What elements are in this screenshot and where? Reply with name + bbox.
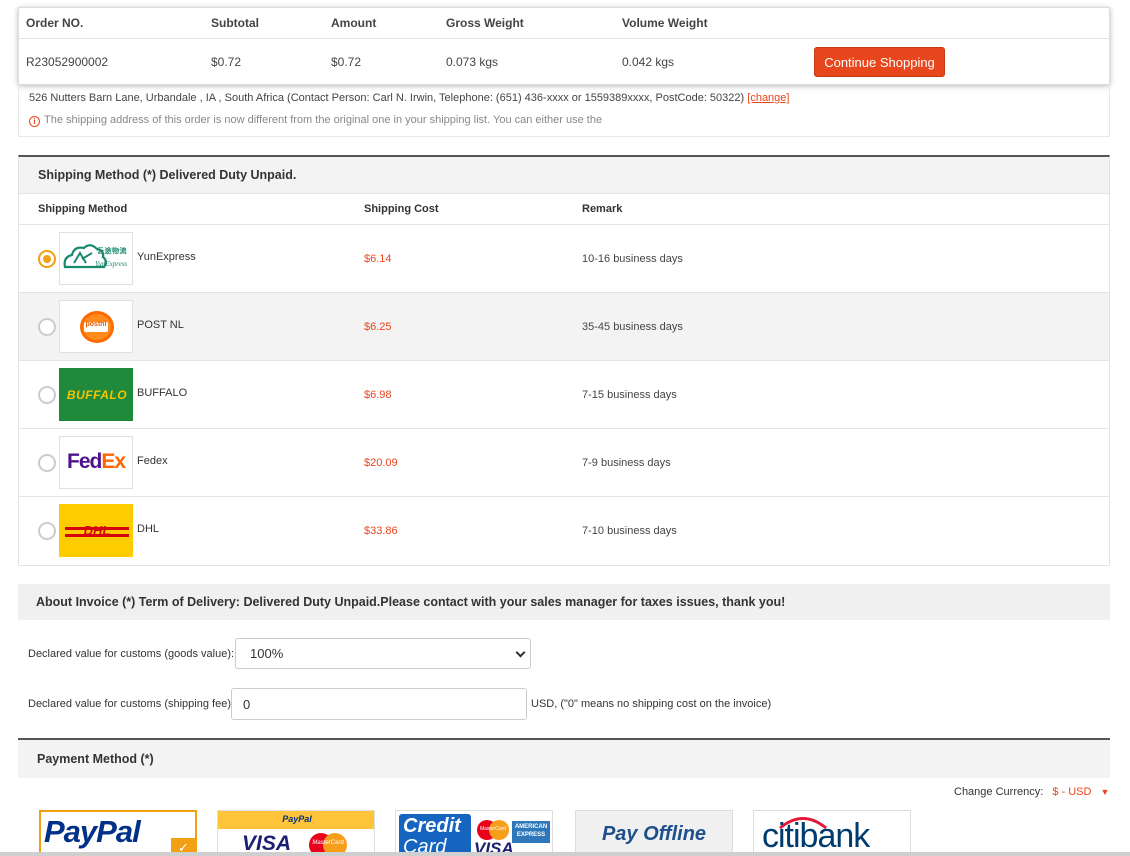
yunexpress-logo: 云途物流 YunExpress (59, 232, 133, 285)
shipping-remark: 7-15 business days (582, 389, 677, 401)
col-subtotal: Subtotal (211, 16, 259, 30)
col-gross-weight: Gross Weight (446, 16, 524, 30)
shipping-method-section: Shipping Method (*) Delivered Duty Unpai… (18, 155, 1110, 566)
payment-method-section: Payment Method (*) Change Currency: $ - … (18, 738, 1110, 856)
radio-fedex[interactable] (38, 454, 56, 472)
postnl-logo: postnl (59, 300, 133, 353)
shipping-row-fedex[interactable]: FedEx Fedex $20.09 7-9 business days (19, 429, 1109, 497)
shipping-remark: 7-9 business days (582, 457, 671, 469)
shipping-method-title: Shipping Method (*) Delivered Duty Unpai… (19, 157, 1109, 194)
radio-buffalo[interactable] (38, 386, 56, 404)
buffalo-logo-text: BUFFALO (66, 388, 128, 402)
currency-switcher[interactable]: Change Currency: $ - USD ▼ (954, 786, 1109, 798)
chevron-down-icon (515, 647, 526, 658)
shipping-row-yunexpress[interactable]: 云途物流 YunExpress YunExpress $6.14 10-16 b… (19, 225, 1109, 293)
col-remark: Remark (582, 203, 623, 215)
shipping-table-header: Shipping Method Shipping Cost Remark (19, 194, 1109, 225)
address-text: 526 Nutters Barn Lane, Urbandale , IA , … (29, 92, 745, 104)
order-subtotal: $0.72 (211, 55, 242, 69)
shipping-name: POST NL (137, 319, 184, 331)
order-table-header: Order NO. Subtotal Amount Gross Weight V… (19, 8, 1109, 39)
order-summary-card: Order NO. Subtotal Amount Gross Weight V… (18, 7, 1110, 85)
shipping-remark: 35-45 business days (582, 321, 683, 333)
goods-value-select[interactable]: 100% (235, 638, 531, 669)
goods-value-selected: 100% (250, 646, 284, 661)
amex-line2: EXPRESS (516, 832, 546, 838)
shipping-cost: $6.25 (364, 321, 392, 333)
pay-offline-text: Pay Offline (601, 823, 707, 845)
order-gross-weight: 0.073 kgs (446, 55, 499, 69)
fedex-logo-text: FedEx (67, 450, 126, 474)
goods-value-label: Declared value for customs (goods value)… (28, 648, 235, 660)
radio-postnl[interactable] (38, 318, 56, 336)
amex-line1: AMERICAN (514, 824, 548, 830)
cloud-logo-icon (63, 244, 107, 269)
info-icon: i (29, 116, 40, 127)
payment-offline[interactable]: Pay Offline (575, 810, 733, 856)
horizontal-scrollbar[interactable] (0, 852, 1130, 856)
currency-value[interactable]: $ - USD (1052, 786, 1091, 798)
amex-badge: AMERICAN EXPRESS (512, 821, 550, 843)
yunexpress-logo-en: YunExpress (95, 260, 128, 268)
payment-citibank[interactable]: citibank (753, 810, 911, 856)
payment-credit-card[interactable]: Credit Card MasterCard AMERICAN EXPRESS … (395, 810, 553, 856)
continue-shopping-button[interactable]: Continue Shopping (814, 47, 945, 77)
paypal-cards-header: PayPal (218, 811, 374, 829)
shipping-fee-note: USD, ("0" means no shipping cost on the … (531, 698, 772, 710)
shipping-cost: $6.14 (364, 253, 392, 265)
yunexpress-logo-cn: 云途物流 (97, 247, 127, 255)
shipping-name: BUFFALO (137, 387, 188, 399)
col-order-no: Order NO. (26, 16, 84, 30)
credit-mastercard-text: MasterCard (479, 826, 507, 832)
fedex-logo-fed: Fed (67, 450, 102, 473)
shipping-row-buffalo[interactable]: BUFFALO BUFFALO $6.98 7-15 business days (19, 361, 1109, 429)
shipping-fee-label: Declared value for customs (shipping fee… (28, 698, 231, 710)
paypal-logo-text: PayPal (44, 814, 141, 849)
shipping-fee-input[interactable] (231, 688, 527, 720)
fedex-logo-ex: Ex (101, 450, 126, 473)
order-row: R23052900002 $0.72 $0.72 0.073 kgs 0.042… (19, 39, 1109, 85)
caret-down-icon: ▼ (1100, 787, 1110, 797)
invoice-title: About Invoice (*) Term of Delivery: Deli… (18, 584, 1110, 620)
shipping-cost: $6.98 (364, 389, 392, 401)
shipping-address-box: 526 Nutters Barn Lane, Urbandale , IA , … (18, 85, 1110, 137)
order-volume-weight: 0.042 kgs (622, 55, 675, 69)
paypal-cards-header-text: PayPal (282, 814, 312, 824)
shipping-remark: 7-10 business days (582, 525, 677, 537)
citibank-logo-text: citibank (762, 817, 870, 855)
address-notice: i The shipping address of this order is n… (29, 114, 602, 127)
address-notice-text: The shipping address of this order is no… (44, 114, 603, 126)
radio-dhl[interactable] (38, 522, 56, 540)
order-number: R23052900002 (26, 55, 109, 69)
shipping-row-postnl[interactable]: postnl POST NL $6.25 35-45 business days (19, 293, 1109, 361)
credit-card-badge: Credit Card (399, 814, 471, 856)
dhl-logo: DHL (59, 504, 133, 557)
shipping-cost: $20.09 (364, 457, 398, 469)
col-amount: Amount (331, 16, 377, 30)
order-amount: $0.72 (331, 55, 362, 69)
currency-label: Change Currency: (954, 786, 1044, 798)
col-volume-weight: Volume Weight (622, 16, 708, 30)
radio-yunexpress[interactable] (38, 250, 56, 268)
shipping-row-dhl[interactable]: DHL DHL $33.86 7-10 business days (19, 497, 1109, 565)
postnl-logo-text: postnl (85, 321, 107, 328)
shipping-name: Fedex (137, 455, 168, 467)
shipping-cost: $33.86 (364, 525, 398, 537)
col-shipping-method: Shipping Method (38, 203, 128, 215)
payment-paypal-cards[interactable]: PayPal VISA MasterCard (217, 810, 375, 856)
shipping-address: 526 Nutters Barn Lane, Urbandale , IA , … (29, 92, 789, 104)
payment-paypal[interactable]: PayPal ✓ (39, 810, 197, 856)
credit-card-line1: Credit (403, 815, 461, 837)
mastercard-text: MasterCard (312, 840, 344, 846)
shipping-name: DHL (137, 523, 160, 535)
shipping-name: YunExpress (137, 251, 196, 263)
buffalo-logo: BUFFALO (59, 368, 133, 421)
dhl-logo-text: DHL (83, 523, 111, 538)
shipping-remark: 10-16 business days (582, 253, 683, 265)
col-shipping-cost: Shipping Cost (364, 203, 439, 215)
payment-method-title: Payment Method (*) (18, 740, 1110, 778)
change-address-link[interactable]: [change] (747, 92, 789, 104)
fedex-logo: FedEx (59, 436, 133, 489)
